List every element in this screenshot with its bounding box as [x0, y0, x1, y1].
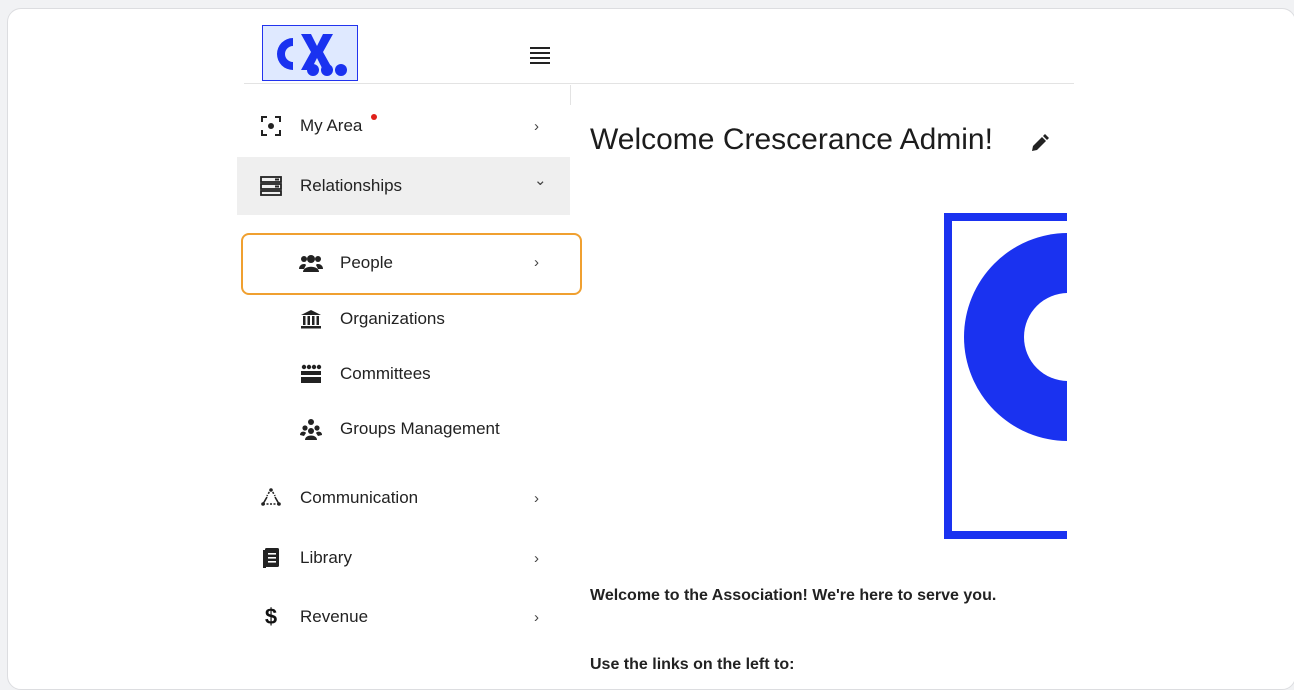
sidebar-subitem-label: Organizations — [340, 308, 445, 328]
page-title: Welcome Crescerance Admin! — [590, 123, 993, 156]
sidebar-item-label: Revenue — [300, 607, 369, 626]
sidebar-item-my-area[interactable]: My Area › — [237, 97, 570, 155]
sidebar-item-relationships[interactable]: Relationships ⌄ — [237, 157, 570, 215]
people-icon — [299, 251, 323, 275]
sidebar-subitem-committees[interactable]: Committees — [237, 346, 570, 401]
sidebar-item-library[interactable]: Library › — [237, 529, 570, 587]
pencil-icon[interactable] — [1029, 134, 1049, 154]
sidebar-subitem-people[interactable]: People › — [237, 235, 570, 290]
app-window: My Area › Relationships ⌄ People › Organ… — [7, 8, 1294, 690]
groups-icon — [299, 417, 323, 441]
chevron-right-icon: › — [534, 608, 539, 626]
top-bar — [244, 23, 1074, 84]
welcome-message: Welcome to the Association! We're here t… — [590, 587, 997, 604]
chevron-right-icon: › — [534, 254, 539, 271]
server-icon — [259, 174, 283, 198]
sidebar-subitem-organizations[interactable]: Organizations — [237, 291, 570, 346]
chevron-right-icon: › — [534, 117, 539, 135]
notification-dot — [371, 114, 377, 120]
chevron-right-icon: › — [534, 549, 539, 567]
sidebar-item-label: My Area — [300, 116, 363, 135]
hamburger-menu-icon[interactable] — [530, 47, 550, 64]
sidebar-item-communication[interactable]: Communication › — [237, 469, 570, 527]
committee-icon — [299, 362, 323, 386]
banner-logo-icon — [964, 233, 1067, 441]
bank-icon — [299, 307, 323, 331]
instructions-text: Use the links on the left to: — [590, 656, 795, 673]
focus-icon — [259, 114, 283, 138]
document-icon — [259, 546, 283, 570]
association-banner — [944, 213, 1067, 539]
sidebar-subitem-label: Committees — [340, 363, 431, 383]
main-content: Welcome Crescerance Admin! Welcome to th… — [570, 85, 1067, 685]
recycle-icon — [259, 486, 283, 510]
sidebar-item-revenue[interactable]: $ Revenue › — [237, 588, 570, 646]
sidebar-item-label: Relationships — [300, 176, 403, 195]
sidebar-subitem-label: Groups Management — [340, 418, 500, 438]
sidebar-item-label: Communication — [300, 488, 419, 507]
logo-icon — [263, 26, 357, 80]
logo[interactable] — [262, 25, 358, 81]
dollar-icon: $ — [264, 604, 278, 629]
sidebar-subitem-label: People — [340, 252, 393, 272]
sidebar: My Area › Relationships ⌄ People › Organ… — [237, 85, 582, 685]
chevron-right-icon: › — [534, 489, 539, 507]
chevron-down-icon: ⌄ — [534, 172, 547, 189]
sidebar-item-label: Library — [300, 548, 352, 567]
sidebar-subitem-groups-management[interactable]: Groups Management — [237, 401, 570, 456]
